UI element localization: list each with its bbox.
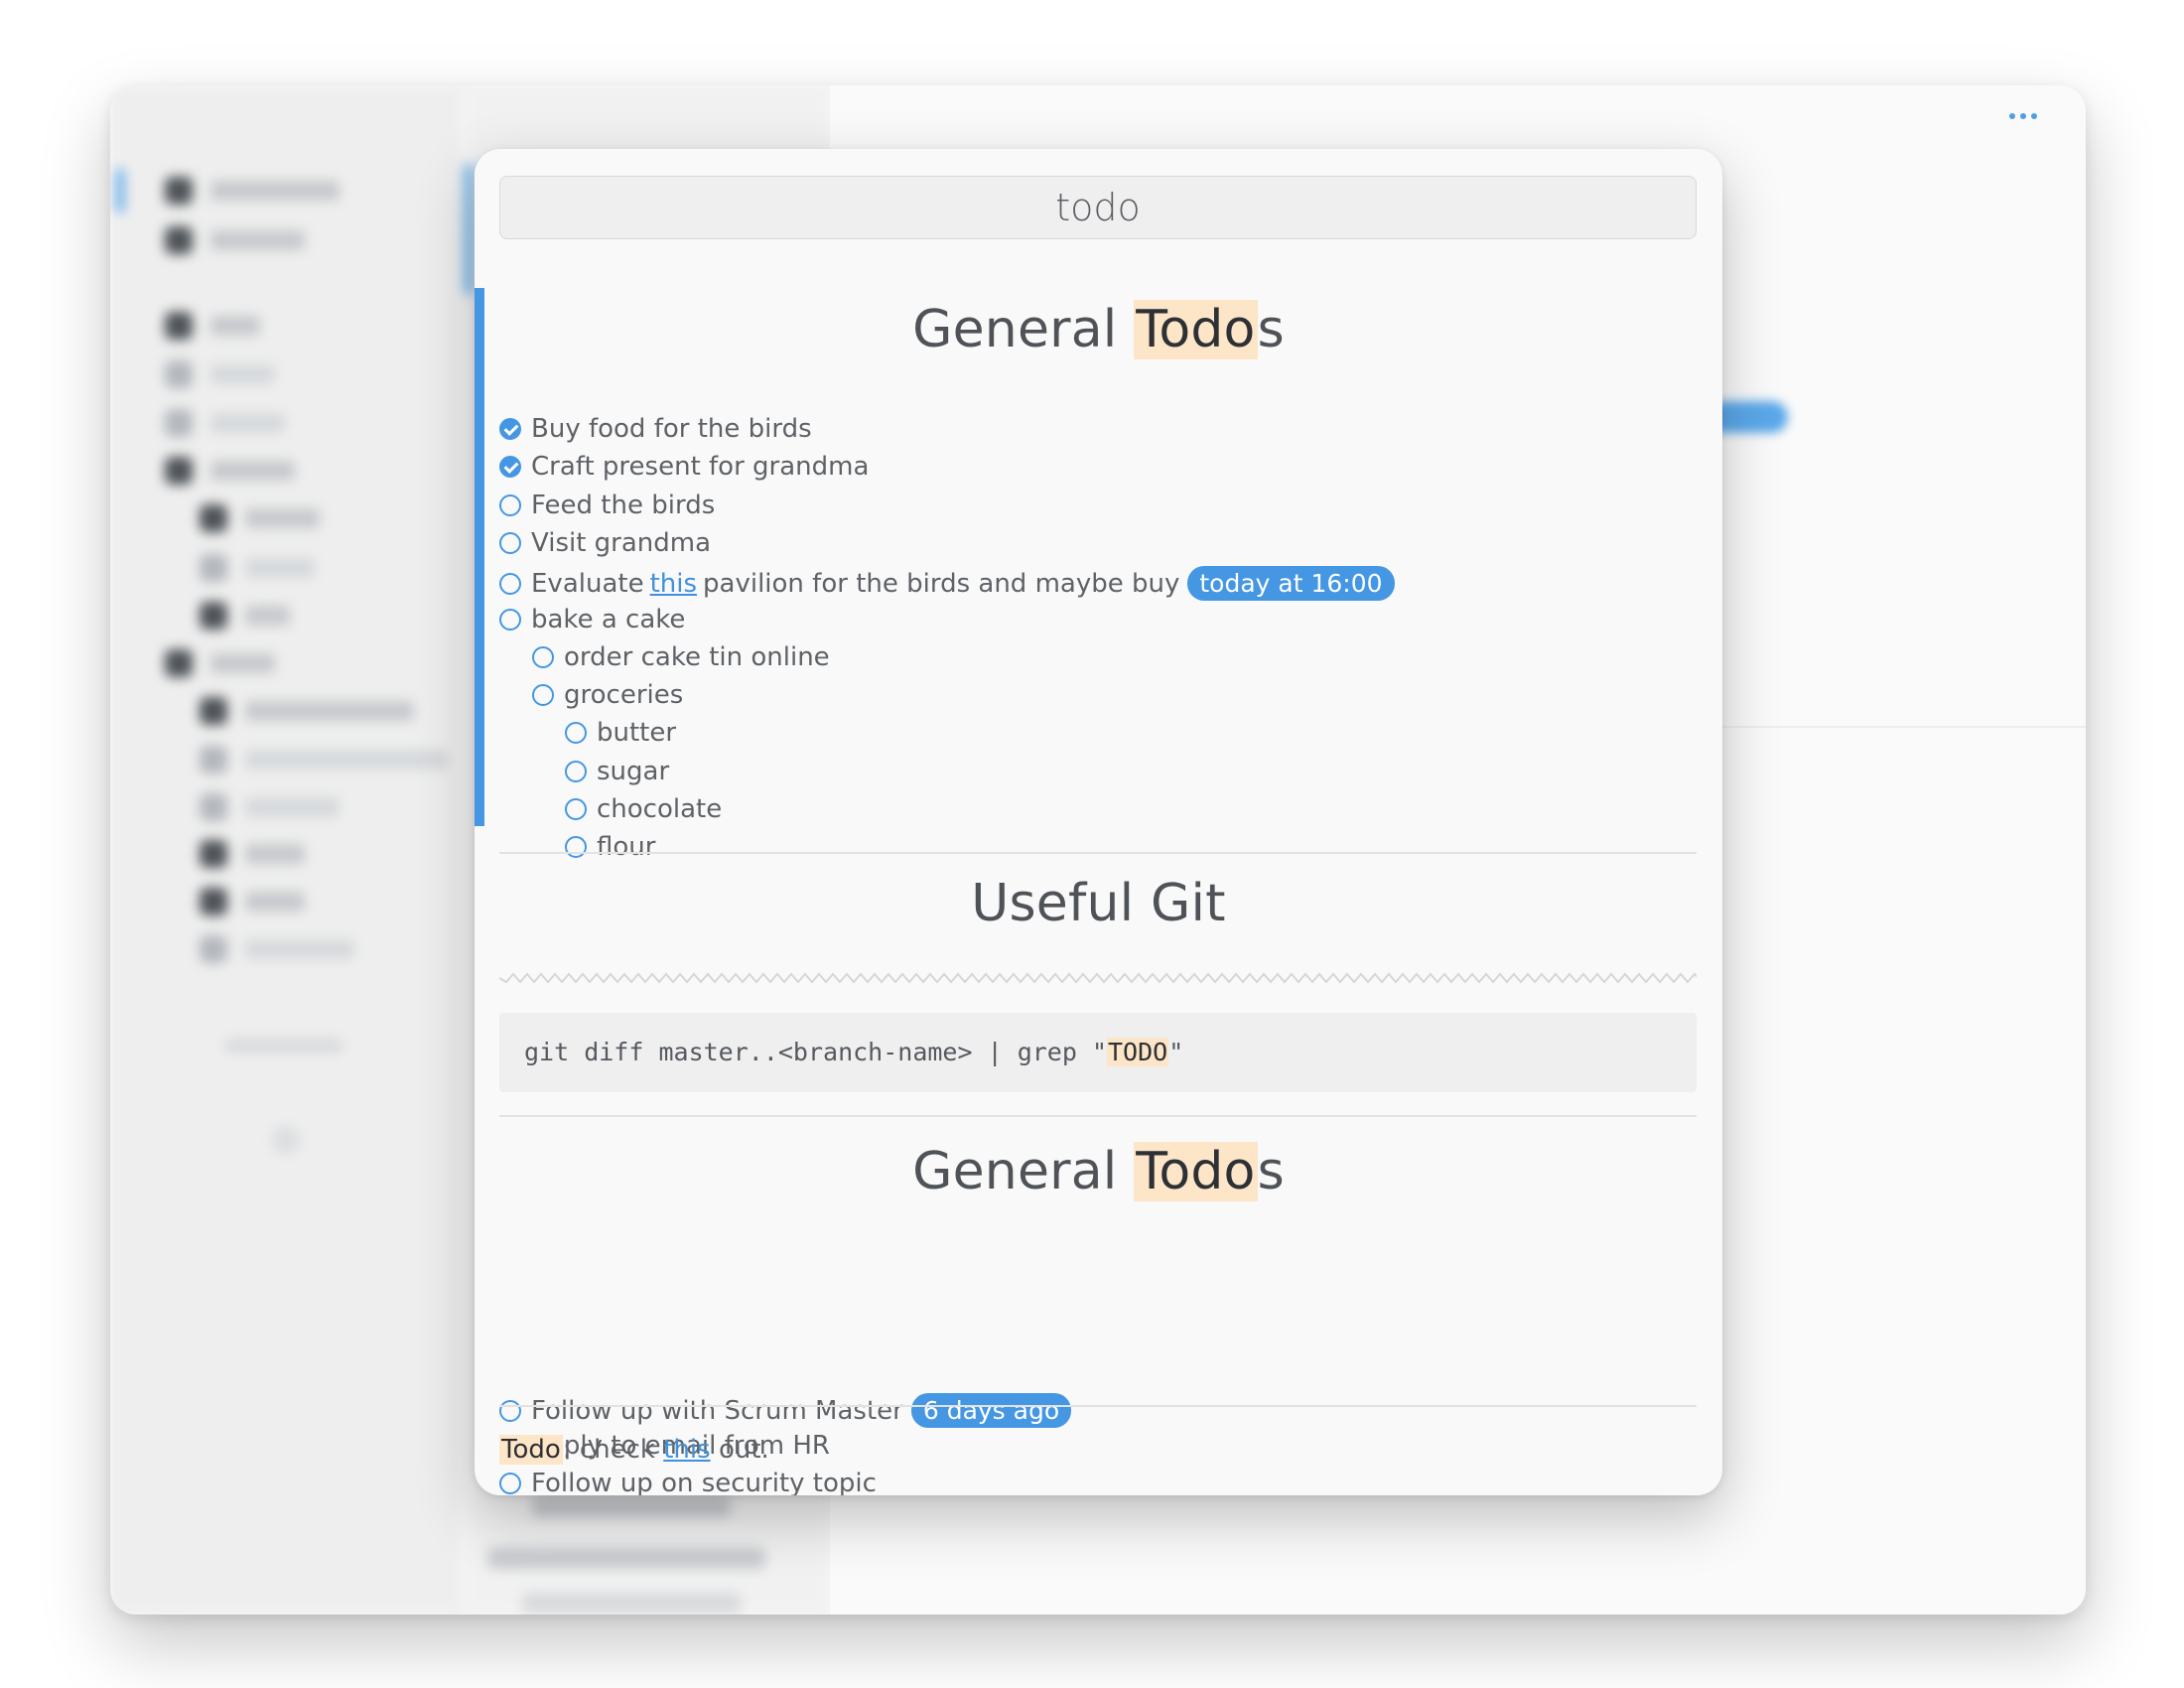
match-highlight: Todo [1134, 1142, 1258, 1201]
date-pill[interactable]: today at 16:00 [1187, 566, 1395, 602]
selection-indicator [475, 288, 484, 826]
editor-divider [1718, 726, 2086, 728]
todo-label: bake a cake [531, 604, 686, 634]
todo-label: chocolate [597, 794, 723, 824]
unchecked-checkbox-icon[interactable] [565, 798, 587, 820]
todo-item[interactable]: groceries [532, 680, 683, 710]
search-result-3[interactable]: General Todos Follow up with Scrum Maste… [475, 1117, 1722, 1495]
todo-item[interactable]: order cake tin online [532, 642, 830, 672]
todo-label: order cake tin online [564, 641, 830, 672]
result-title: General Todos [912, 1142, 1285, 1201]
todo-item[interactable]: Buy food for the birds [499, 414, 812, 444]
todo-item[interactable]: chocolate [565, 794, 722, 824]
unchecked-checkbox-icon[interactable] [565, 760, 587, 782]
unchecked-checkbox-icon[interactable] [565, 722, 587, 745]
inline-link[interactable]: this [650, 569, 697, 599]
checked-checkbox-icon[interactable] [499, 456, 521, 479]
search-result-1[interactable]: General Todos Buy food for the birds Craf… [475, 288, 1722, 862]
search-popup: todo General Todos Buy food for the bird… [475, 149, 1722, 1495]
todo-label: sugar [597, 756, 670, 786]
match-highlight: Todo [1134, 300, 1258, 359]
todo-item[interactable]: sugar [565, 757, 669, 786]
search-input[interactable]: todo [499, 176, 1697, 239]
todo-label: groceries [564, 680, 684, 711]
wavy-separator [499, 972, 1697, 984]
todo-label: pavilion for the birds and maybe buy [703, 568, 1180, 599]
code-block: git diff master..<branch-name> | grep "T… [499, 1013, 1697, 1092]
todo-item[interactable]: bake a cake [499, 605, 685, 634]
sidebar [110, 85, 463, 1615]
todo-label: Evaluate [531, 568, 644, 599]
unchecked-checkbox-icon[interactable] [499, 608, 521, 631]
match-highlight: Todo [499, 1435, 563, 1465]
todo-item[interactable]: Feed the birds [499, 491, 715, 520]
todo-label: Visit grandma [531, 527, 712, 558]
unchecked-checkbox-icon[interactable] [532, 645, 554, 668]
search-result-2[interactable]: Useful Git git diff master..<branch-name… [475, 854, 1722, 1097]
unchecked-checkbox-icon[interactable] [499, 493, 521, 516]
todo-item[interactable]: Craft present for grandma [499, 452, 869, 482]
unchecked-checkbox-icon[interactable] [499, 531, 521, 554]
result-title: General Todos [912, 300, 1285, 359]
todo-label: butter [597, 718, 677, 749]
search-result-4[interactable]: Todo: check this out. [475, 1407, 1722, 1495]
todo-item[interactable]: Evaluate this pavilion for the birds and m… [499, 566, 1395, 602]
result-snippet: Todo: check this out. [499, 1435, 769, 1465]
todo-label: Feed the birds [531, 490, 716, 520]
checked-checkbox-icon[interactable] [499, 418, 521, 440]
unchecked-checkbox-icon[interactable] [532, 684, 554, 707]
unchecked-checkbox-icon[interactable] [499, 572, 521, 595]
match-highlight: TODO [1107, 1038, 1169, 1066]
result-title: Useful Git [971, 874, 1226, 933]
inline-link[interactable]: this [663, 1435, 710, 1465]
todo-item[interactable]: butter [565, 718, 676, 748]
more-horizontal-icon[interactable] [2009, 113, 2045, 127]
todo-label: Craft present for grandma [531, 452, 870, 483]
todo-item[interactable]: Visit grandma [499, 528, 711, 558]
todo-label: Buy food for the birds [531, 414, 812, 444]
